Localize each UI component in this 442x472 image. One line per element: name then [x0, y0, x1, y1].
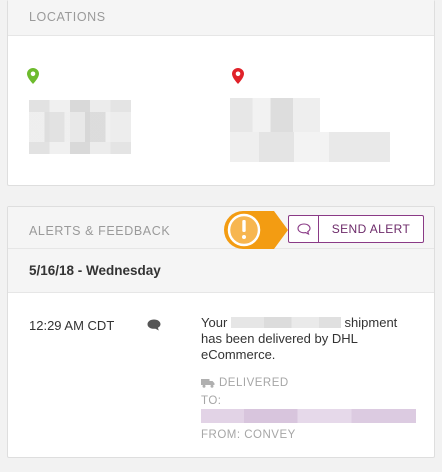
event-to-label: TO: [201, 395, 222, 407]
locations-header: LOCATIONS [8, 0, 434, 36]
origin-address-redacted-overlay [29, 112, 131, 142]
event-status: DELIVERED [201, 377, 289, 389]
send-alert-button[interactable]: SEND ALERT [288, 215, 424, 243]
locations-card: LOCATIONS [7, 0, 435, 186]
alerts-title: ALERTS & FEEDBACK [29, 224, 171, 238]
date-group-header: 5/16/18 - Wednesday [8, 249, 434, 293]
redacted-shipment-name [230, 317, 341, 328]
event-message: Your shipment has been delivered by DHL … [201, 315, 416, 363]
send-alert-label: SEND ALERT [331, 222, 411, 236]
event-message-prefix: Your [201, 315, 228, 330]
destination-address-redacted-line2 [230, 132, 390, 162]
redacted-recipient [201, 409, 416, 423]
date-header-text: 5/16/18 - Wednesday [29, 263, 161, 278]
send-alert-icon-wrap [289, 216, 319, 242]
speech-bubble-icon [296, 223, 311, 235]
event-status-label: DELIVERED [219, 377, 289, 389]
warning-badge-icon [224, 211, 288, 249]
alert-event-item: 12:29 AM CDT Your shipment has been deli… [8, 293, 434, 453]
comment-icon[interactable] [147, 319, 161, 331]
event-time: 12:29 AM CDT [29, 318, 115, 333]
locations-title: LOCATIONS [29, 10, 106, 24]
truck-icon [201, 379, 215, 388]
alerts-card: ALERTS & FEEDBACK SEND ALERT 5/16/18 - W… [7, 206, 435, 458]
origin-pin-icon [27, 68, 39, 84]
alerts-header: ALERTS & FEEDBACK SEND ALERT [8, 207, 434, 249]
event-from-label: FROM: CONVEY [201, 429, 296, 441]
destination-address-redacted [230, 98, 320, 132]
destination-pin-icon [232, 68, 244, 84]
